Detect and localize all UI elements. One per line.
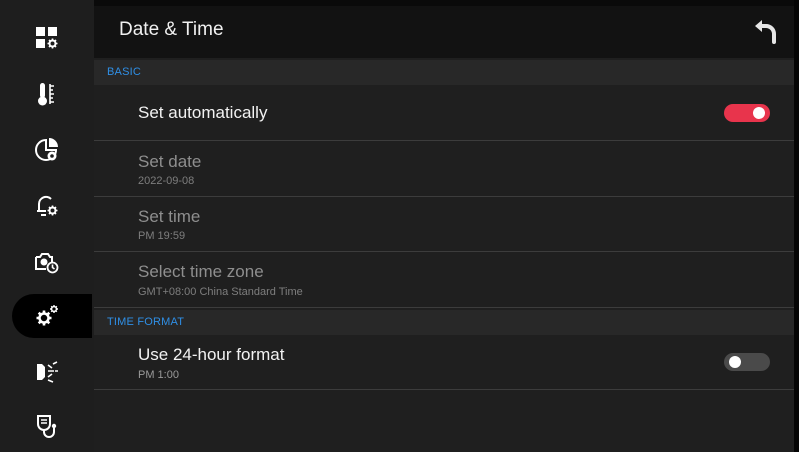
- apps-settings-icon: [36, 27, 58, 49]
- header-bar: Date & Time: [94, 6, 794, 58]
- sidebar-item-alarm[interactable]: [0, 186, 94, 226]
- alarm-settings-icon: [37, 195, 58, 216]
- settings-panel: Date & Time BASIC Set automatically Set …: [94, 6, 794, 452]
- pie-chart-settings-icon: [35, 138, 58, 161]
- page-title: Date & Time: [119, 19, 224, 40]
- back-icon[interactable]: [752, 16, 780, 46]
- toggle-knob: [729, 356, 741, 368]
- set-automatically-toggle[interactable]: [724, 104, 770, 122]
- toggle-knob: [753, 107, 765, 119]
- camera-timer-icon: [35, 253, 59, 274]
- section-header-basic: BASIC: [94, 60, 794, 85]
- sidebar-item-general[interactable]: [0, 18, 94, 58]
- set-time-label: Set time: [138, 207, 201, 226]
- set-date-row[interactable]: Set date 2022-09-08: [94, 141, 794, 197]
- use-24-hour-toggle[interactable]: [724, 353, 770, 371]
- display-scan-icon: [37, 361, 58, 383]
- thermometer-icon: [38, 83, 54, 106]
- set-date-label: Set date: [138, 152, 202, 171]
- right-edge: [794, 0, 799, 452]
- use-24-hour-label: Use 24-hour format: [138, 345, 285, 364]
- sidebar-item-diagnosis[interactable]: [0, 406, 94, 446]
- sidebar-item-system-settings[interactable]: [0, 294, 94, 338]
- section-title-basic: BASIC: [107, 66, 142, 78]
- sidebar: [0, 0, 94, 452]
- section-title-time-format: TIME FORMAT: [107, 316, 185, 328]
- sidebar-item-statistics[interactable]: [0, 130, 94, 170]
- use-24-hour-row[interactable]: Use 24-hour format PM 1:00: [94, 335, 794, 390]
- use-24-hour-value: PM 1:00: [138, 369, 179, 381]
- set-automatically-row[interactable]: Set automatically: [94, 85, 794, 141]
- set-automatically-label: Set automatically: [138, 103, 268, 122]
- time-zone-value: GMT+08:00 China Standard Time: [138, 286, 303, 298]
- sidebar-item-display[interactable]: [0, 352, 94, 392]
- section-header-time-format: TIME FORMAT: [94, 310, 794, 335]
- time-zone-row[interactable]: Select time zone GMT+08:00 China Standar…: [94, 252, 794, 308]
- sidebar-item-temperature[interactable]: [0, 74, 94, 114]
- stethoscope-icon: [37, 415, 57, 438]
- set-time-value: PM 19:59: [138, 230, 186, 242]
- set-date-value: 2022-09-08: [138, 175, 195, 187]
- time-zone-label: Select time zone: [138, 262, 264, 281]
- set-time-row[interactable]: Set time PM 19:59: [94, 197, 794, 252]
- sidebar-item-camera[interactable]: [0, 242, 94, 282]
- gears-icon: [36, 305, 58, 326]
